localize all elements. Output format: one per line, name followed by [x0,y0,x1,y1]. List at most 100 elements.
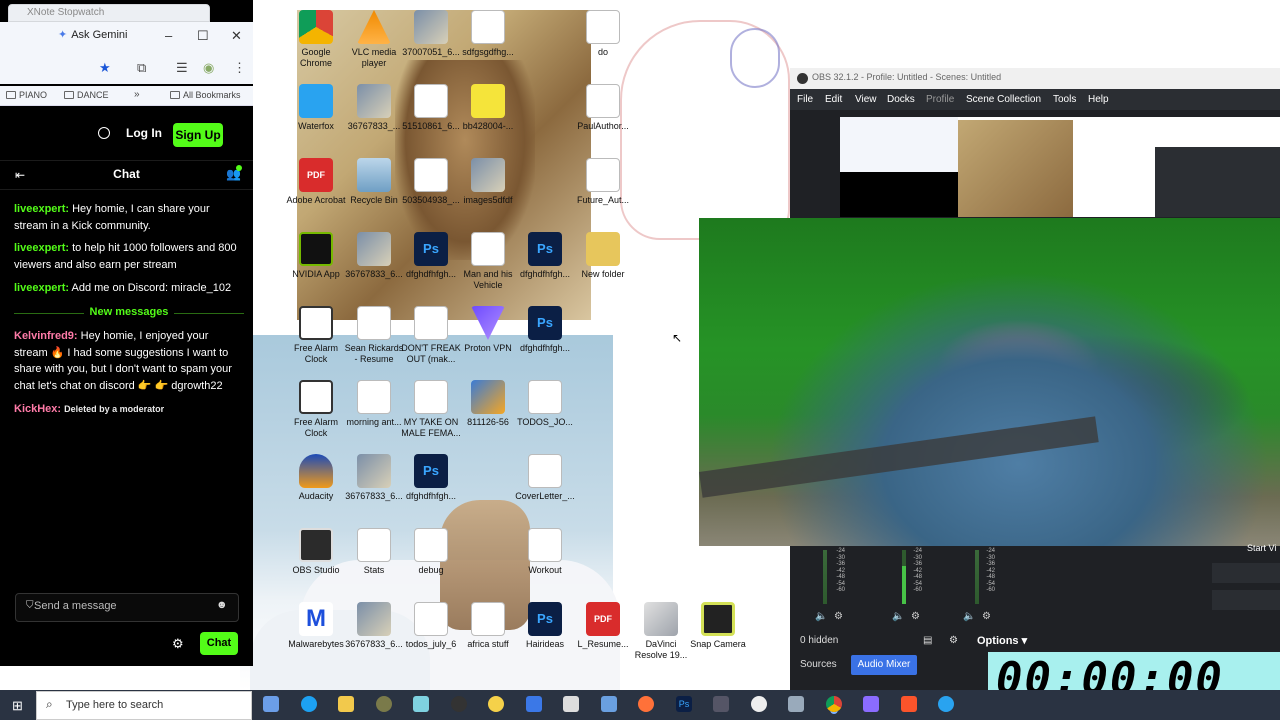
login-button[interactable]: Log In [126,126,162,140]
emoji-icon[interactable]: ☻ [216,599,228,611]
desktop-icon[interactable]: PaulAuthor... [572,84,634,132]
obs-menu-edit[interactable]: Edit [825,94,842,105]
edge-icon[interactable] [301,696,317,712]
audio-settings-gear-icon[interactable]: ⚙ [911,611,920,622]
obs-menu-scene-collection[interactable]: Scene Collection [966,94,1041,105]
background-window-tab[interactable]: XNote Stopwatch [8,4,210,22]
desktop-icon[interactable]: 36767833_6... [343,454,405,502]
chat-username[interactable]: KickHex: [14,403,61,415]
desktop-icon[interactable]: Ps dfghdfhfgh... [400,454,462,502]
chrome-taskbar-icon[interactable] [826,696,842,712]
obs-control-button[interactable] [1212,590,1280,610]
more-menu-icon[interactable]: ⋮ [233,60,246,76]
all-bookmarks-button[interactable]: All Bookmarks [170,90,241,100]
speaker-icon[interactable]: 🔈 [892,611,904,622]
tab-sources[interactable]: Sources [800,659,837,670]
desktop-icon[interactable]: CoverLetter_... [514,454,576,502]
globe-icon[interactable] [98,127,110,139]
windows-start-icon[interactable]: ⊞ [12,698,23,714]
proton-vpn-taskbar-icon[interactable] [863,696,879,712]
desktop-icon[interactable]: Future_Aut... [572,158,634,206]
extensions-icon[interactable]: ⧉ [137,60,146,76]
desktop-icon[interactable]: Ps dfghdfhfgh... [514,232,576,280]
new-messages-label[interactable]: New messages [14,306,244,320]
signup-button[interactable]: Sign Up [173,123,223,147]
maximize-button[interactable]: ☐ [197,28,209,44]
desktop-icon[interactable]: Recycle Bin [343,158,405,206]
desktop-icon[interactable]: OBS Studio [285,528,347,576]
obs-menu-profile[interactable]: Profile [926,94,954,105]
desktop-icon[interactable]: VLC media player [343,10,405,69]
obs-menu-help[interactable]: Help [1088,94,1109,105]
photoshop-icon[interactable]: Ps [676,696,692,712]
desktop-icon[interactable]: TODOS_JO... [514,380,576,428]
network-app-icon[interactable] [601,696,617,712]
options-dropdown[interactable]: Options ▾ [977,634,1027,647]
desktop-icon[interactable]: Man and his Vehicle [457,232,519,291]
send-chat-button[interactable]: Chat [200,632,238,655]
desktop-icon[interactable]: do [572,10,634,58]
audio-settings-gear-icon[interactable]: ⚙ [982,611,991,622]
audio-settings-gear-icon[interactable]: ⚙ [834,611,843,622]
chat-settings-gear-icon[interactable]: ⚙ [172,636,184,652]
file-explorer-icon[interactable] [338,696,354,712]
chat-app-icon[interactable] [751,696,767,712]
desktop-icon[interactable]: M Malwarebytes [285,602,347,650]
obs-taskbar-icon[interactable] [451,696,467,712]
brave-icon[interactable] [901,696,917,712]
desktop-icon[interactable]: DON'T FREAK OUT (mak... [400,306,462,365]
desktop-icon[interactable]: images5dfdf [457,158,519,206]
desktop-icon[interactable]: Stats [343,528,405,576]
chat-username[interactable]: liveexpert: [14,203,69,215]
desktop-icon[interactable]: PDF Adobe Acrobat [285,158,347,206]
davinci-taskbar-icon[interactable] [713,696,729,712]
bookmark-star-icon[interactable]: ★ [99,60,111,76]
desktop-icon[interactable]: Ps dfghdfhfgh... [400,232,462,280]
tab-audio-mixer[interactable]: Audio Mixer [851,655,917,675]
reading-list-icon[interactable]: ☰ [176,60,188,76]
settings-app-icon[interactable] [376,696,392,712]
desktop-icon[interactable]: Audacity [285,454,347,502]
obs-preview-canvas[interactable] [840,117,1280,217]
desktop-icon[interactable]: Free Alarm Clock [285,306,347,365]
gpu-app-icon[interactable] [563,696,579,712]
bookmarks-overflow-chevron-icon[interactable]: » [134,89,140,100]
minimize-button[interactable]: – [165,28,172,43]
desktop-icon[interactable]: New folder [572,232,634,280]
desktop-icon[interactable]: africa stuff [457,602,519,650]
pen-app-icon[interactable] [413,696,429,712]
desktop-icon[interactable]: DaVinci Resolve 19... [630,602,692,661]
ask-gemini-button[interactable]: ✦ Ask Gemini [58,28,138,44]
docs-app-icon[interactable] [526,696,542,712]
desktop-icon[interactable]: Ps Hairideas [514,602,576,650]
desktop-icon[interactable]: Snap Camera [687,602,749,650]
obs-menu-view[interactable]: View [855,94,877,105]
desktop-icon[interactable]: morning ant... [343,380,405,428]
desktop-icon[interactable]: sdfgsgdfhg... [457,10,519,58]
desktop-icon[interactable]: MY TAKE ON MALE FEMA... [400,380,462,439]
bookmark-folder-dance[interactable]: DANCE [64,90,109,100]
desktop-icon[interactable]: Workout [514,528,576,576]
desktop-icon[interactable]: 36767833_6... [343,602,405,650]
desktop-icon[interactable]: PDF L_Resume... [572,602,634,650]
obs-menu-file[interactable]: File [797,94,813,105]
firefox-icon[interactable] [638,696,654,712]
desktop-icon[interactable]: 36767833_... [343,84,405,132]
desktop-icon[interactable]: todos_july_6 [400,602,462,650]
obs-menu-docks[interactable]: Docks [887,94,915,105]
desktop-icon[interactable]: 37007051_6... [400,10,462,58]
speaker-icon[interactable]: 🔈 [963,611,975,622]
speaker-icon[interactable]: 🔈 [815,611,827,622]
desktop-icon[interactable]: 503504938_... [400,158,462,206]
layout-icon[interactable]: ▤ [923,635,932,646]
desktop-icon[interactable]: Free Alarm Clock [285,380,347,439]
profile-avatar-icon[interactable]: ◉ [203,60,214,76]
obs-menu-tools[interactable]: Tools [1053,94,1076,105]
tips-app-icon[interactable] [488,696,504,712]
desktop-icon[interactable]: 36767833_6... [343,232,405,280]
desktop-icon[interactable]: debug [400,528,462,576]
desktop-icon[interactable]: Google Chrome [285,10,347,69]
close-button[interactable]: ✕ [231,28,242,44]
obs-control-button[interactable] [1212,563,1280,583]
window-app-icon[interactable] [788,696,804,712]
